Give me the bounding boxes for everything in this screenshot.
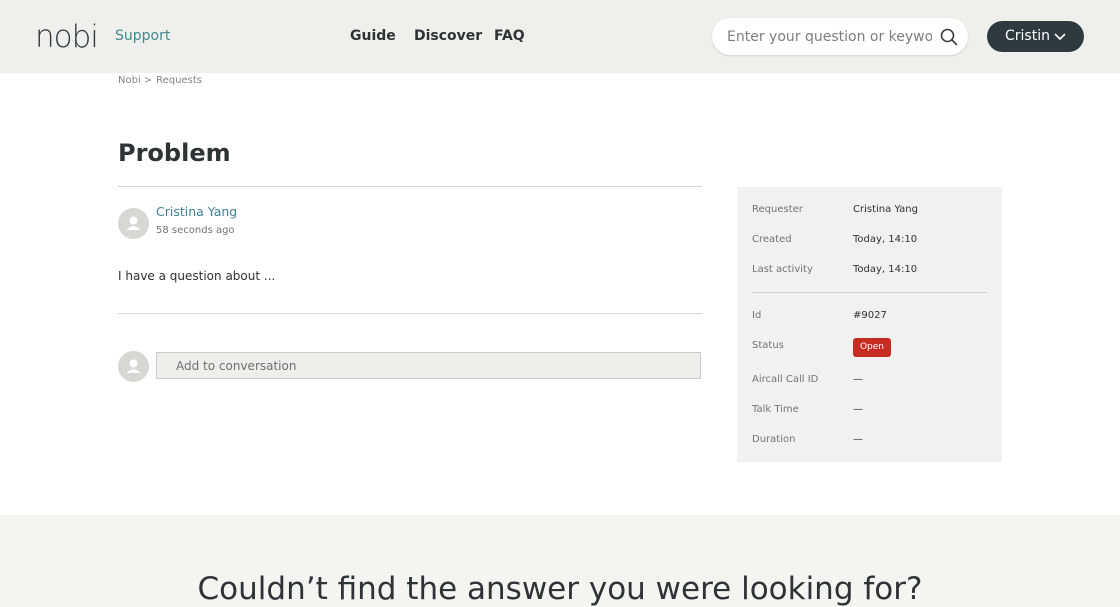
comment-author[interactable]: Cristina Yang — [156, 204, 237, 219]
user-icon — [126, 216, 141, 230]
comment-timestamp: 58 seconds ago — [156, 225, 235, 236]
site-header: nobi Support Guide Discover FAQ Cristin — [0, 0, 1120, 73]
nav-discover[interactable]: Discover — [414, 27, 482, 45]
duration-label: Duration — [752, 434, 796, 445]
breadcrumb: Nobi > Requests — [118, 75, 202, 87]
footer-heading: Couldn’t find the answer you were lookin… — [197, 571, 923, 607]
avatar — [118, 208, 149, 239]
breadcrumb-requests[interactable]: Requests — [156, 75, 202, 86]
requester-value: Cristina Yang — [853, 204, 918, 215]
search-icon[interactable] — [940, 28, 958, 46]
breadcrumb-nobi[interactable]: Nobi — [118, 75, 141, 86]
reply-input[interactable] — [176, 357, 676, 375]
id-value: #9027 — [853, 310, 887, 321]
user-name: Cristin — [1005, 28, 1050, 44]
request-details-panel: Requester Cristina Yang Created Today, 1… — [737, 187, 1002, 462]
created-value: Today, 14:10 — [853, 234, 918, 245]
status-label: Status — [752, 340, 784, 351]
divider — [752, 292, 987, 293]
talk-time-value: — — [853, 404, 863, 415]
id-label: Id — [752, 310, 762, 321]
user-icon — [126, 359, 141, 373]
help-footer: Couldn’t find the answer you were lookin… — [0, 515, 1120, 607]
created-label: Created — [752, 234, 792, 245]
status-badge: Open — [853, 338, 891, 357]
last-activity-value: Today, 14:10 — [853, 264, 918, 275]
breadcrumb-separator: > — [143, 75, 153, 86]
nav-guide[interactable]: Guide — [350, 27, 396, 45]
avatar — [118, 351, 149, 382]
support-link[interactable]: Support — [115, 27, 170, 45]
requester-label: Requester — [752, 204, 803, 215]
aircall-value: — — [853, 374, 863, 385]
comment-body: I have a question about ... — [118, 269, 276, 283]
divider — [118, 186, 702, 187]
divider — [118, 313, 702, 314]
search-input[interactable] — [727, 27, 932, 47]
aircall-label: Aircall Call ID — [752, 374, 819, 385]
chevron-down-icon — [1054, 33, 1066, 40]
reply-box — [156, 352, 701, 379]
last-activity-label: Last activity — [752, 264, 813, 275]
nav-faq[interactable]: FAQ — [494, 27, 525, 45]
search-box — [712, 18, 968, 55]
nobi-logo[interactable]: nobi — [35, 19, 99, 55]
page-title: Problem — [118, 139, 231, 167]
user-menu-button[interactable]: Cristin — [987, 21, 1084, 52]
duration-value: — — [853, 434, 863, 445]
talk-time-label: Talk Time — [752, 404, 799, 415]
